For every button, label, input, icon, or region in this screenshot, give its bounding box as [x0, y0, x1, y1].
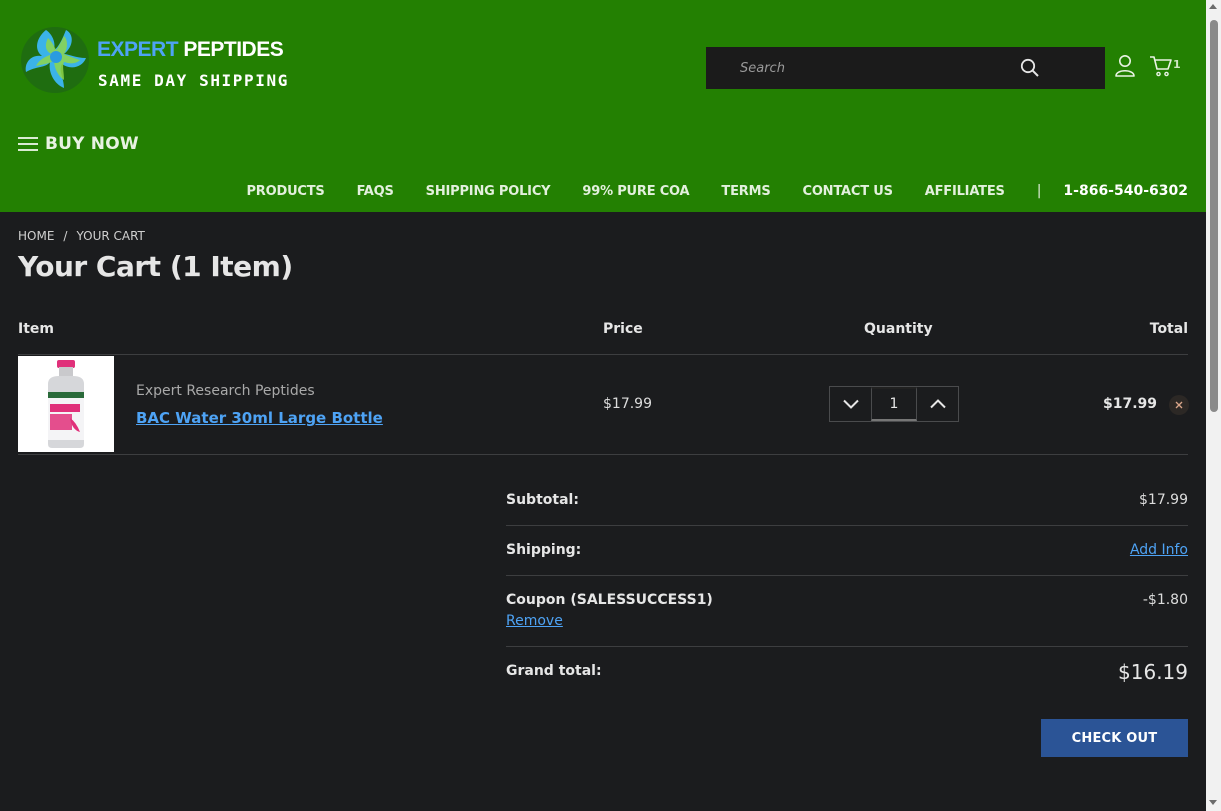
- logo-word-peptides: PEPTIDES: [183, 38, 284, 61]
- nav-affiliates[interactable]: AFFILIATES: [925, 184, 1005, 199]
- logo-title: EXPERT PEPTIDES: [97, 38, 284, 62]
- nav-shipping-policy[interactable]: SHIPPING POLICY: [426, 184, 551, 199]
- page-scrollbar[interactable]: [1206, 0, 1221, 811]
- column-header-total: Total: [1149, 321, 1188, 337]
- scroll-up-arrow-icon[interactable]: [1209, 4, 1217, 9]
- buy-now-label: BUY NOW: [45, 134, 139, 154]
- nav-pure-coa[interactable]: 99% PURE COA: [582, 184, 689, 199]
- buy-now-menu-button[interactable]: BUY NOW: [18, 132, 139, 156]
- nav-terms[interactable]: TERMS: [721, 184, 770, 199]
- coupon-label: Coupon (SALESSUCCESS1): [506, 592, 713, 608]
- breadcrumb: HOME / YOUR CART: [18, 229, 145, 243]
- user-icon[interactable]: [1114, 54, 1136, 78]
- nav-contact-us[interactable]: CONTACT US: [802, 184, 892, 199]
- shipping-add-info-link[interactable]: Add Info: [1130, 542, 1188, 558]
- product-row-total: $17.99: [1102, 396, 1157, 412]
- close-icon: [1175, 401, 1183, 409]
- site-logo[interactable]: EXPERT PEPTIDES SAME DAY SHIPPING: [18, 24, 287, 98]
- product-name-link[interactable]: BAC Water 30ml Large Bottle: [136, 409, 383, 427]
- logo-mark-icon: [21, 27, 89, 93]
- column-header-price: Price: [603, 321, 643, 337]
- product-thumbnail[interactable]: [18, 356, 114, 452]
- quantity-increase-button[interactable]: [917, 387, 958, 421]
- summary-divider: [506, 525, 1188, 526]
- scroll-down-arrow-icon[interactable]: [1209, 800, 1217, 805]
- table-row-divider: [18, 454, 1188, 455]
- grand-total-value: $16.19: [1118, 660, 1188, 684]
- search-icon: [1020, 58, 1039, 77]
- summary-divider: [506, 646, 1188, 647]
- coupon-value: -$1.80: [1142, 592, 1188, 608]
- site-header: EXPERT PEPTIDES SAME DAY SHIPPING 1 BUY …: [0, 0, 1206, 212]
- breadcrumb-home[interactable]: HOME: [18, 229, 54, 243]
- subtotal-value: $17.99: [1139, 492, 1188, 508]
- scrollbar-thumb[interactable]: [1210, 20, 1218, 412]
- product-brand: Expert Research Peptides: [136, 383, 315, 399]
- subtotal-label: Subtotal:: [506, 492, 579, 508]
- logo-tagline: SAME DAY SHIPPING: [98, 71, 289, 90]
- search-button[interactable]: [1014, 47, 1046, 89]
- coupon-remove-link[interactable]: Remove: [506, 613, 563, 629]
- remove-item-button[interactable]: [1169, 395, 1189, 415]
- search-bar: [706, 47, 1105, 89]
- breadcrumb-separator: /: [63, 229, 68, 243]
- hamburger-icon: [18, 137, 38, 151]
- column-header-quantity: Quantity: [864, 321, 933, 337]
- logo-word-expert: EXPERT: [97, 38, 179, 61]
- quantity-stepper: [829, 386, 959, 422]
- column-header-item: Item: [18, 321, 54, 337]
- summary-divider: [506, 575, 1188, 576]
- chevron-down-icon: [842, 399, 859, 409]
- checkout-button[interactable]: CHECK OUT: [1041, 719, 1188, 757]
- quantity-decrease-button[interactable]: [830, 387, 871, 421]
- quantity-input[interactable]: [871, 387, 917, 421]
- table-header-divider: [18, 354, 1188, 355]
- nav-faqs[interactable]: FAQS: [357, 184, 394, 199]
- page-title: Your Cart (1 Item): [18, 250, 293, 283]
- phone-number[interactable]: 1-866-540-6302: [1063, 183, 1188, 199]
- nav-separator: |: [1036, 183, 1042, 199]
- main-nav: PRODUCTS FAQS SHIPPING POLICY 99% PURE C…: [214, 182, 1188, 200]
- product-price: $17.99: [603, 396, 652, 412]
- search-input[interactable]: [740, 47, 1040, 89]
- breadcrumb-current: YOUR CART: [76, 229, 145, 243]
- grand-total-label: Grand total:: [506, 663, 602, 679]
- cart-count-badge: 1: [1173, 58, 1181, 71]
- product-bottle-image: [48, 360, 84, 448]
- cart-icon[interactable]: [1149, 54, 1173, 78]
- nav-products[interactable]: PRODUCTS: [246, 184, 324, 199]
- shipping-label: Shipping:: [506, 542, 582, 558]
- chevron-up-icon: [929, 399, 946, 409]
